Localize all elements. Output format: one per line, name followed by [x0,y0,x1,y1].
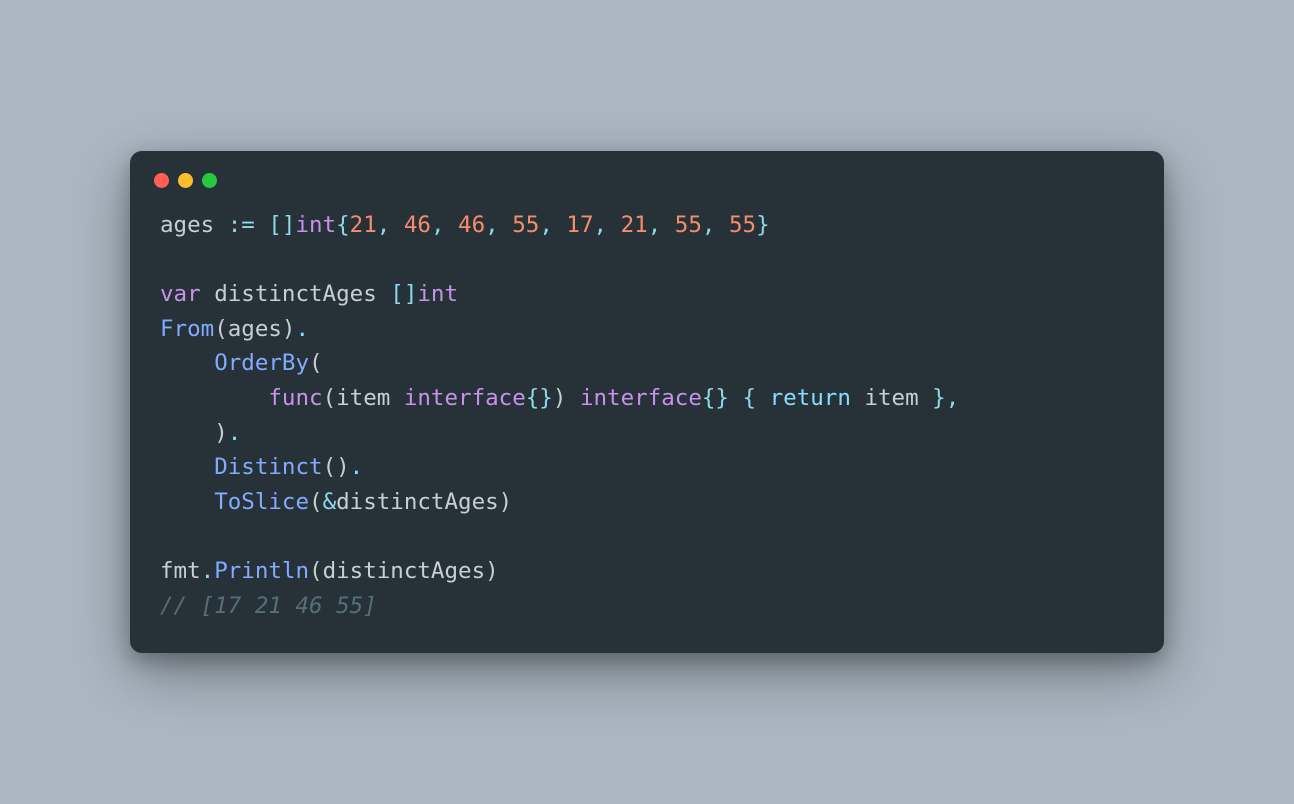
code-line-4: From(ages). [160,316,309,342]
code-line-7: ). [160,420,241,446]
code-window: ages := []int{21, 46, 46, 55, 17, 21, 55… [130,151,1164,654]
code-line-9: ToSlice(&distinctAges) [160,489,512,515]
code-line-5: OrderBy( [160,350,323,376]
maximize-icon[interactable] [202,173,217,188]
code-line-6: func(item interface{}) interface{} { ret… [160,385,959,411]
window-controls [130,173,1164,208]
code-line-11: fmt.Println(distinctAges) [160,558,499,584]
code-line-12: // [17 21 46 55] [160,593,377,619]
code-line-8: Distinct(). [160,454,363,480]
minimize-icon[interactable] [178,173,193,188]
code-block: ages := []int{21, 46, 46, 55, 17, 21, 55… [130,208,1164,624]
close-icon[interactable] [154,173,169,188]
code-line-1: ages := []int{21, 46, 46, 55, 17, 21, 55… [160,212,770,238]
code-line-3: var distinctAges []int [160,281,458,307]
